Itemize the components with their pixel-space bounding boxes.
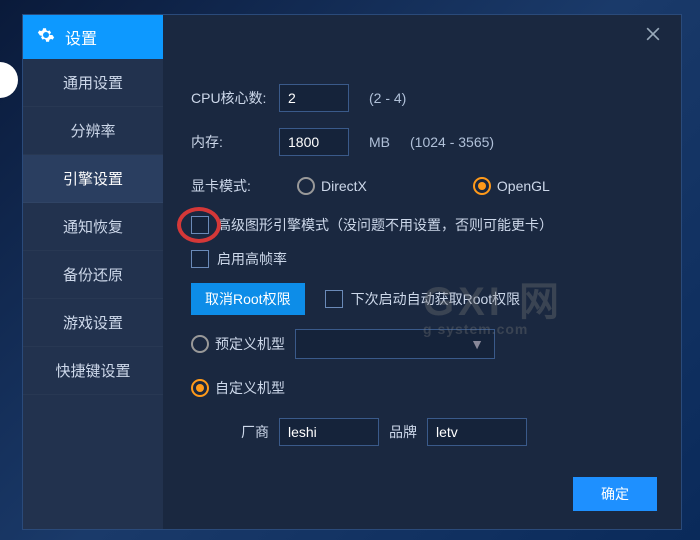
settings-header: 设置 [23,15,163,59]
vendor-input[interactable] [279,418,379,446]
radio-opengl[interactable]: OpenGL [473,177,550,195]
radio-icon [473,177,491,195]
chevron-down-icon: ▼ [470,336,484,352]
radio-icon [297,177,315,195]
checkbox-adv-graphics[interactable]: 高级图形引擎模式（没问题不用设置，否则可能更卡） [191,215,657,235]
chrome-sidebar-icon [0,62,18,98]
mem-label: 内存: [191,132,269,152]
settings-dialog: 设置 通用设置 分辨率 引擎设置 通知恢复 备份还原 游戏设置 快捷键设置 CP… [22,14,682,530]
brand-label: 品牌 [389,422,417,442]
settings-title: 设置 [65,25,97,49]
brand-input[interactable] [427,418,527,446]
checkbox-icon [325,290,343,308]
main-panel: CPU核心数: (2 - 4) 内存: MB (1024 - 3565) 显卡模… [163,59,681,529]
gear-icon [37,26,55,49]
sidebar: 设置 通用设置 分辨率 引擎设置 通知恢复 备份还原 游戏设置 快捷键设置 [23,59,163,529]
cancel-root-button[interactable]: 取消Root权限 [191,283,305,315]
close-icon[interactable] [643,24,663,50]
sidebar-item-general[interactable]: 通用设置 [23,59,163,107]
sidebar-item-resolution[interactable]: 分辨率 [23,107,163,155]
cpu-input[interactable] [279,84,349,112]
checkbox-high-fps[interactable]: 启用高帧率 [191,249,657,269]
mem-unit: MB [369,134,390,150]
sidebar-item-backup[interactable]: 备份还原 [23,251,163,299]
radio-icon [191,335,209,353]
checkbox-auto-root[interactable]: 下次启动自动获取Root权限 [325,289,521,309]
predef-model-select[interactable]: ▼ [295,329,495,359]
radio-custom-model[interactable]: 自定义机型 [191,378,285,398]
radio-icon [191,379,209,397]
radio-predef-model[interactable]: 预定义机型 [191,334,285,354]
checkbox-icon [191,216,209,234]
gpu-label: 显卡模式: [191,176,269,196]
sidebar-item-engine[interactable]: 引擎设置 [23,155,163,203]
sidebar-item-shortcut[interactable]: 快捷键设置 [23,347,163,395]
sidebar-item-game[interactable]: 游戏设置 [23,299,163,347]
radio-directx[interactable]: DirectX [297,177,367,195]
sidebar-item-notify[interactable]: 通知恢复 [23,203,163,251]
checkbox-icon [191,250,209,268]
cpu-label: CPU核心数: [191,88,269,108]
ok-button[interactable]: 确定 [573,477,657,511]
mem-input[interactable] [279,128,349,156]
mem-range: (1024 - 3565) [410,134,494,150]
vendor-label: 厂商 [241,422,269,442]
cpu-range: (2 - 4) [369,90,406,106]
